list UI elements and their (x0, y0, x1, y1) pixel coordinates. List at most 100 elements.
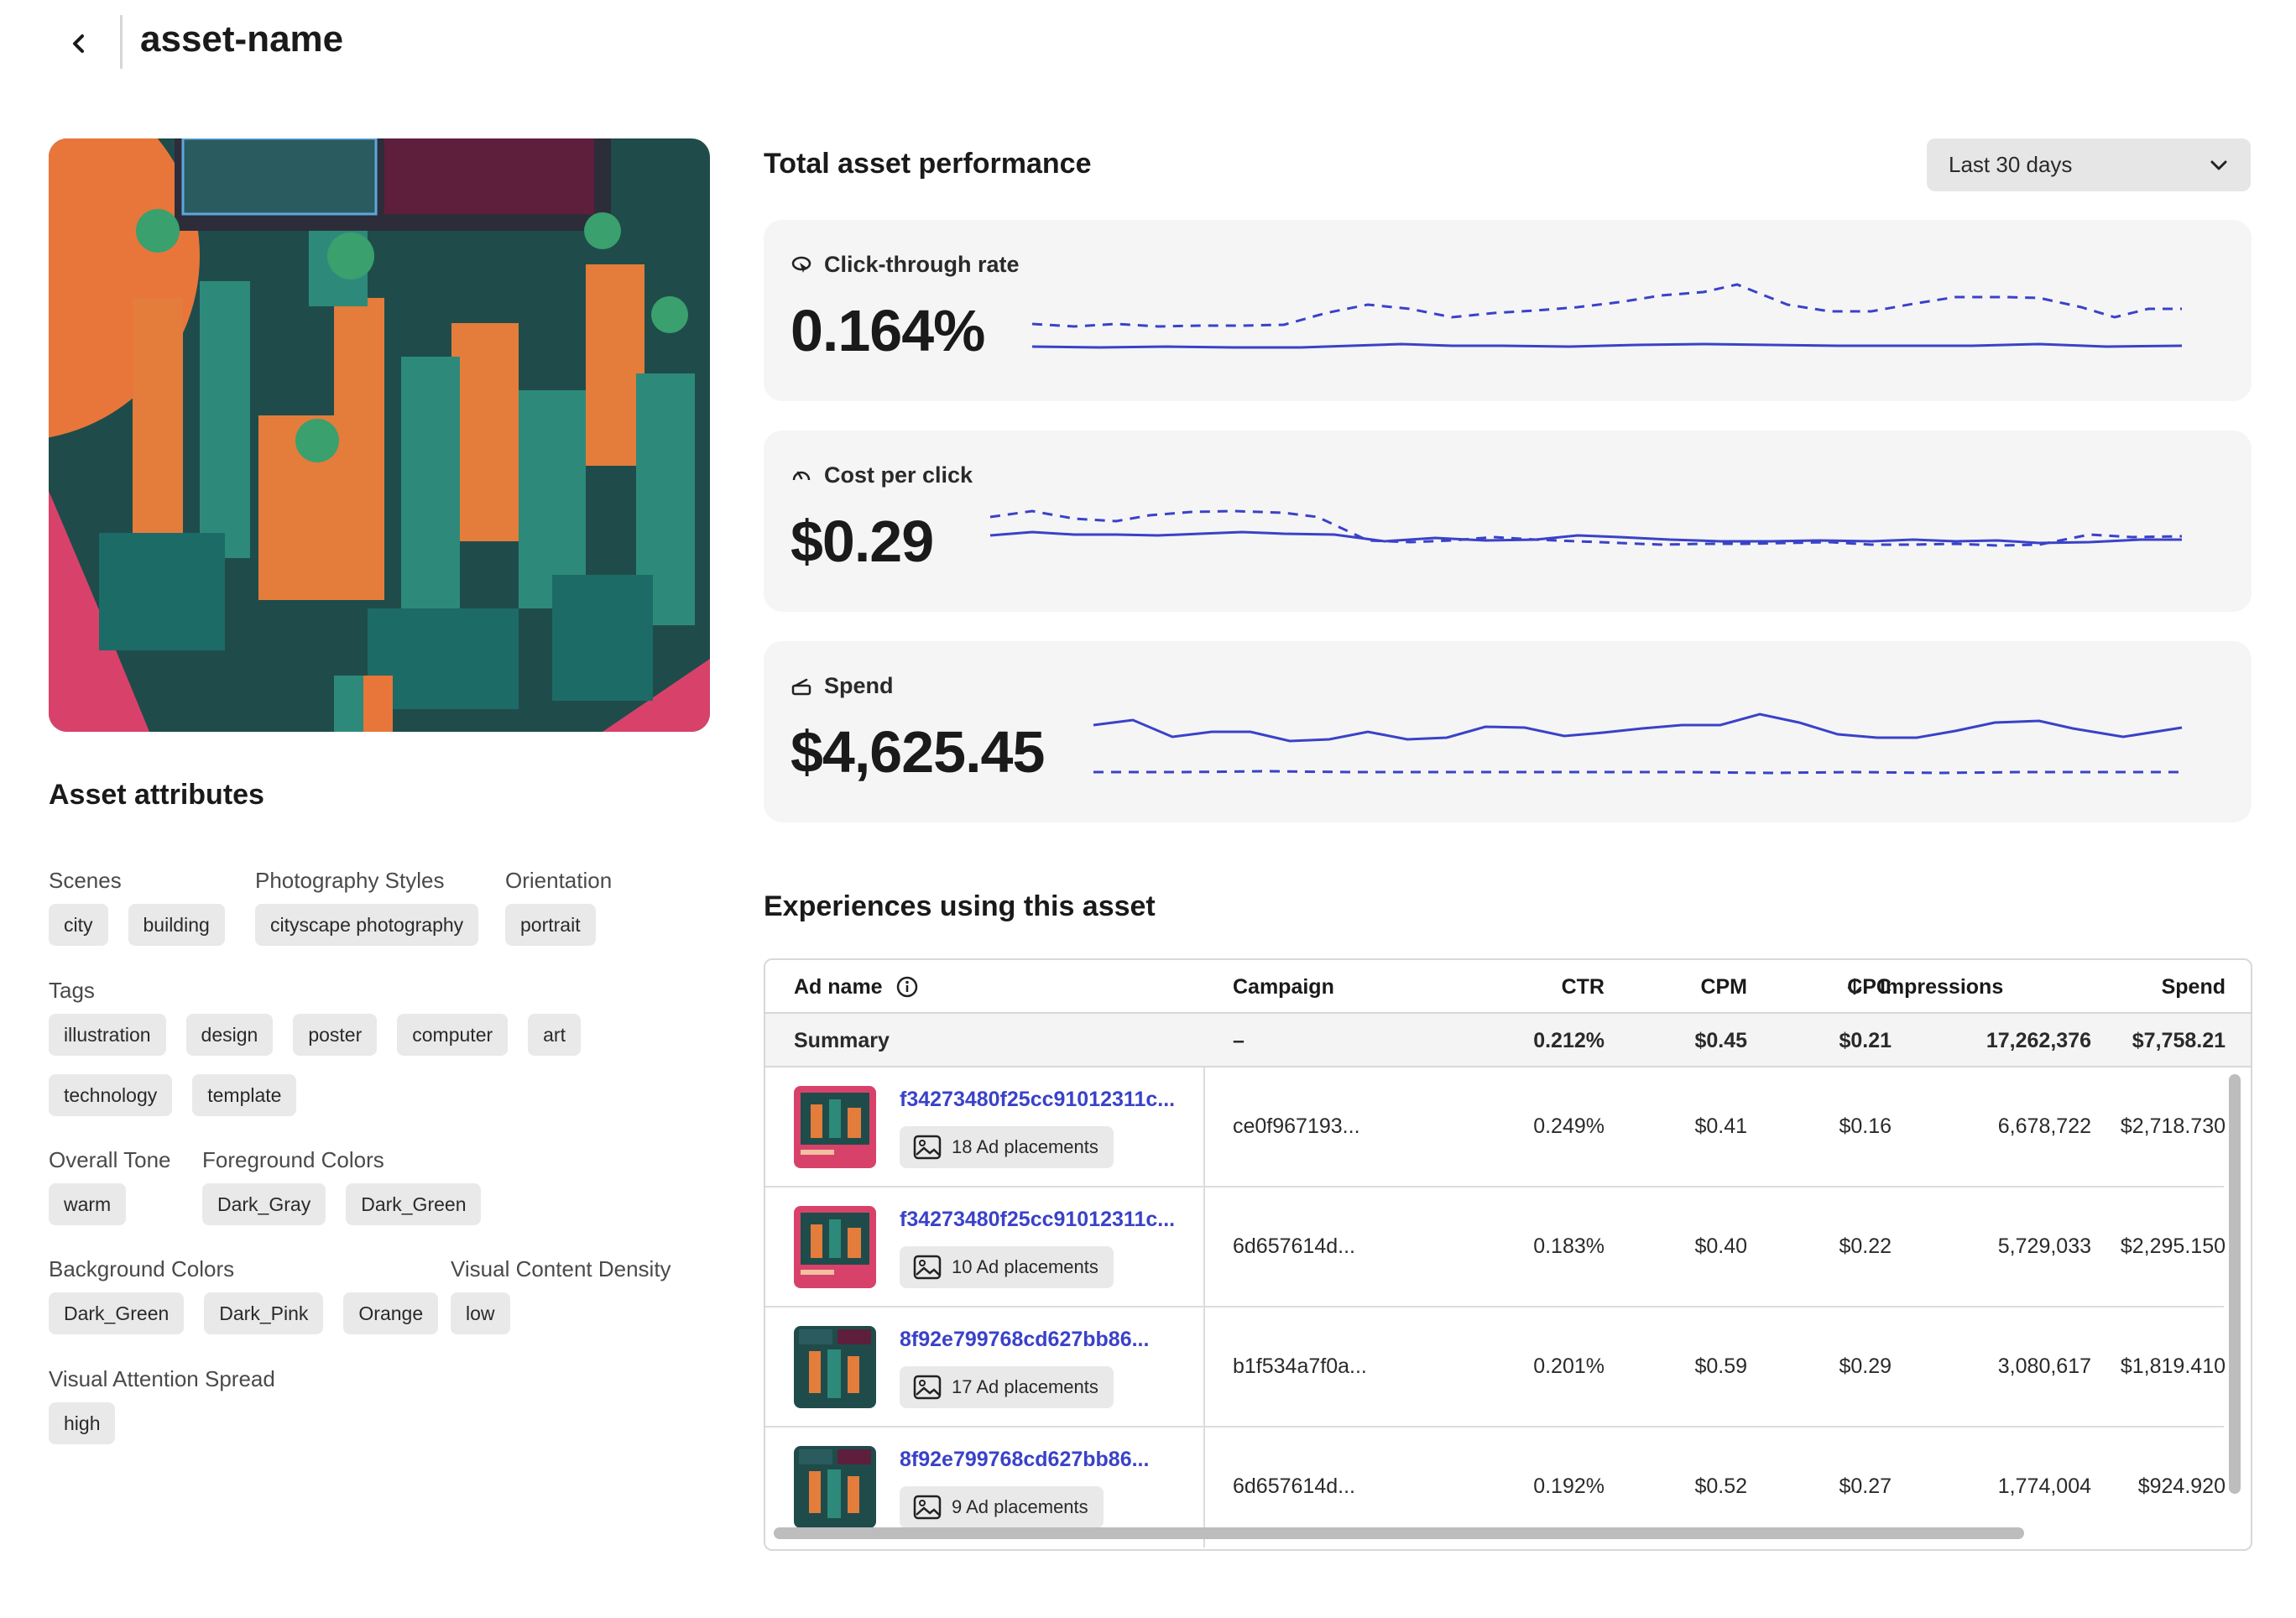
ctr-sparkline (1031, 283, 2183, 349)
column-divider (1203, 1307, 1205, 1426)
cell-cpm: $0.41 (1694, 1114, 1747, 1138)
cell-cpm: $0.52 (1694, 1474, 1747, 1498)
table-row[interactable]: 8f92e799768cd627bb86... 17 Ad placements… (765, 1307, 2226, 1427)
cell-ctr: 0.201% (1533, 1354, 1605, 1378)
attr-tag: building (128, 904, 225, 946)
metric-label: Cost per click (791, 462, 973, 488)
summary-campaign: – (1233, 1029, 1245, 1052)
attr-group-visual-content-density: Visual Content Density low (451, 1256, 671, 1334)
cell-campaign: b1f534a7f0a... (1233, 1354, 1367, 1378)
metric-value: 0.164% (791, 298, 985, 363)
ad-placements-badge[interactable]: 9 Ad placements (900, 1486, 1104, 1528)
summary-cpc: $0.21 (1839, 1029, 1892, 1052)
column-header-ctr[interactable]: CTR (1495, 975, 1605, 1000)
horizontal-scrollbar[interactable] (774, 1527, 2024, 1539)
cell-campaign: ce0f967193... (1233, 1114, 1360, 1138)
ad-name-link[interactable]: f34273480f25cc91012311c... (900, 1208, 1175, 1232)
attr-tag: technology (49, 1074, 173, 1116)
image-icon (913, 1135, 942, 1160)
attr-label: Visual Attention Spread (49, 1366, 275, 1391)
column-header-campaign[interactable]: Campaign (1233, 975, 1334, 1000)
cell-campaign: 6d657614d... (1233, 1474, 1355, 1498)
chevron-left-icon (73, 34, 84, 53)
page-title: asset-name (140, 18, 344, 60)
image-icon (913, 1255, 942, 1280)
column-divider (1203, 1187, 1205, 1306)
attr-label: Tags (49, 978, 95, 1003)
ad-placements-badge[interactable]: 17 Ad placements (900, 1366, 1114, 1408)
column-header-ad-name[interactable]: Ad name (794, 975, 919, 1000)
arrow-down-icon (1847, 978, 1862, 995)
metric-value: $4,625.45 (791, 719, 1045, 785)
table-row[interactable]: f34273480f25cc91012311c... 10 Ad placeme… (765, 1187, 2226, 1307)
cursor-click-icon (791, 256, 811, 273)
attr-label: Background Colors (49, 1256, 235, 1281)
summary-impressions: 17,262,376 (1986, 1029, 2091, 1052)
attr-tag: Dark_Green (49, 1292, 185, 1334)
vertical-scrollbar[interactable] (2229, 1074, 2241, 1494)
attr-tag: warm (49, 1183, 127, 1225)
column-header-impressions[interactable]: Impressions (1845, 975, 2003, 1000)
summary-ctr: 0.212% (1533, 1029, 1605, 1052)
attr-group-background-colors: Background Colors Dark_Green Dark_Pink O… (49, 1256, 439, 1334)
column-header-spend[interactable]: Spend (2074, 975, 2226, 1000)
attr-group-overall-tone: Overall Tone warm (49, 1147, 171, 1225)
column-header-cpm[interactable]: CPM (1638, 975, 1747, 1000)
cell-spend: $2,295.150 (2120, 1234, 2226, 1258)
metric-label: Spend (791, 673, 894, 699)
attributes-title: Asset attributes (49, 779, 264, 811)
attr-group-foreground-colors: Foreground Colors Dark_Gray Dark_Green (202, 1147, 482, 1225)
attr-tag: art (528, 1014, 581, 1056)
metric-card-spend: Spend $4,625.45 (764, 641, 2252, 822)
attr-tag: Dark_Green (346, 1183, 482, 1225)
attr-tag: city (49, 904, 108, 946)
header-divider (120, 15, 123, 69)
ad-thumbnail (794, 1086, 876, 1168)
cell-ctr: 0.249% (1533, 1114, 1605, 1138)
back-button[interactable] (60, 25, 97, 62)
attr-tag: low (451, 1292, 510, 1334)
cell-spend: $2,718.730 (2120, 1114, 2226, 1138)
ad-thumbnail (794, 1326, 876, 1408)
cell-cpc: $0.27 (1839, 1474, 1892, 1498)
page-header: asset-name (0, 0, 2296, 92)
asset-preview-image (49, 138, 710, 732)
attr-group-visual-attention-spread: Visual Attention Spread high (49, 1366, 275, 1444)
summary-spend: $7,758.21 (2132, 1029, 2226, 1052)
cell-cpc: $0.22 (1839, 1234, 1892, 1258)
attr-label: Visual Content Density (451, 1256, 671, 1281)
date-range-value: Last 30 days (1949, 152, 2073, 177)
table-row[interactable]: f34273480f25cc91012311c... 18 Ad placeme… (765, 1067, 2226, 1187)
column-divider (1203, 1067, 1205, 1186)
attr-tag: computer (397, 1014, 509, 1056)
date-range-select[interactable]: Last 30 days (1927, 138, 2251, 191)
chevron-down-icon (2210, 160, 2227, 170)
cell-ctr: 0.192% (1533, 1474, 1605, 1498)
ad-name-link[interactable]: 8f92e799768cd627bb86... (900, 1328, 1149, 1352)
attr-tag: cityscape photography (255, 904, 479, 946)
summary-cpm: $0.45 (1694, 1029, 1747, 1052)
summary-label: Summary (794, 1029, 890, 1052)
ad-name-link[interactable]: 8f92e799768cd627bb86... (900, 1448, 1149, 1472)
metric-label: Click-through rate (791, 252, 1020, 278)
cell-impressions: 6,678,722 (1997, 1114, 2091, 1138)
ad-placements-badge[interactable]: 10 Ad placements (900, 1246, 1114, 1288)
info-icon[interactable] (895, 975, 919, 999)
attr-label: Foreground Colors (202, 1147, 384, 1172)
ad-name-link[interactable]: f34273480f25cc91012311c... (900, 1088, 1175, 1112)
attr-label: Orientation (505, 868, 613, 893)
ad-thumbnail (794, 1206, 876, 1288)
metric-card-cpc: Cost per click $0.29 (764, 431, 2252, 612)
ad-placements-badge[interactable]: 18 Ad placements (900, 1126, 1114, 1168)
attr-tag: high (49, 1402, 116, 1444)
attr-tag: illustration (49, 1014, 166, 1056)
attr-tag: Dark_Pink (204, 1292, 324, 1334)
cell-cpm: $0.59 (1694, 1354, 1747, 1378)
cell-cpc: $0.16 (1839, 1114, 1892, 1138)
experiences-title: Experiences using this asset (764, 890, 1156, 922)
cell-ctr: 0.183% (1533, 1234, 1605, 1258)
cell-impressions: 1,774,004 (1997, 1474, 2091, 1498)
attr-tag: poster (293, 1014, 378, 1056)
attr-tag: template (192, 1074, 297, 1116)
speedometer-icon (792, 471, 811, 480)
